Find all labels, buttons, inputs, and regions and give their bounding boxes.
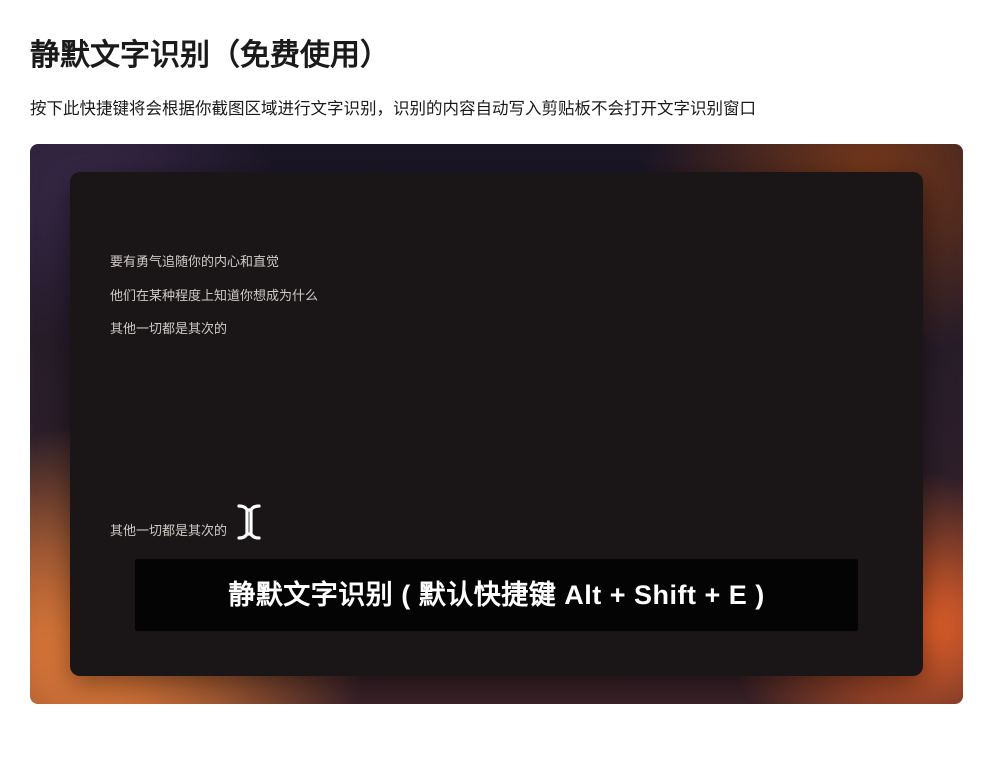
text-cursor-icon [233,502,265,542]
editor-line: 他们在某种程度上知道你想成为什么 [110,286,883,306]
demo-screenshot: 要有勇气追随你的内心和直觉 他们在某种程度上知道你想成为什么 其他一切都是其次的… [30,144,963,704]
editor-input-area: 其他一切都是其次的 [110,502,265,540]
page-description: 按下此快捷键将会根据你截图区域进行文字识别，识别的内容自动写入剪贴板不会打开文字… [30,96,963,122]
editor-input-text: 其他一切都是其次的 [110,521,227,541]
editor-line: 要有勇气追随你的内心和直觉 [110,252,883,272]
editor-window: 要有勇气追随你的内心和直觉 他们在某种程度上知道你想成为什么 其他一切都是其次的… [70,172,923,676]
page-title: 静默文字识别（免费使用） [30,30,963,74]
editor-line: 其他一切都是其次的 [110,319,883,339]
caption-overlay: 静默文字识别 ( 默认快捷键 Alt + Shift + E ) [135,559,858,632]
